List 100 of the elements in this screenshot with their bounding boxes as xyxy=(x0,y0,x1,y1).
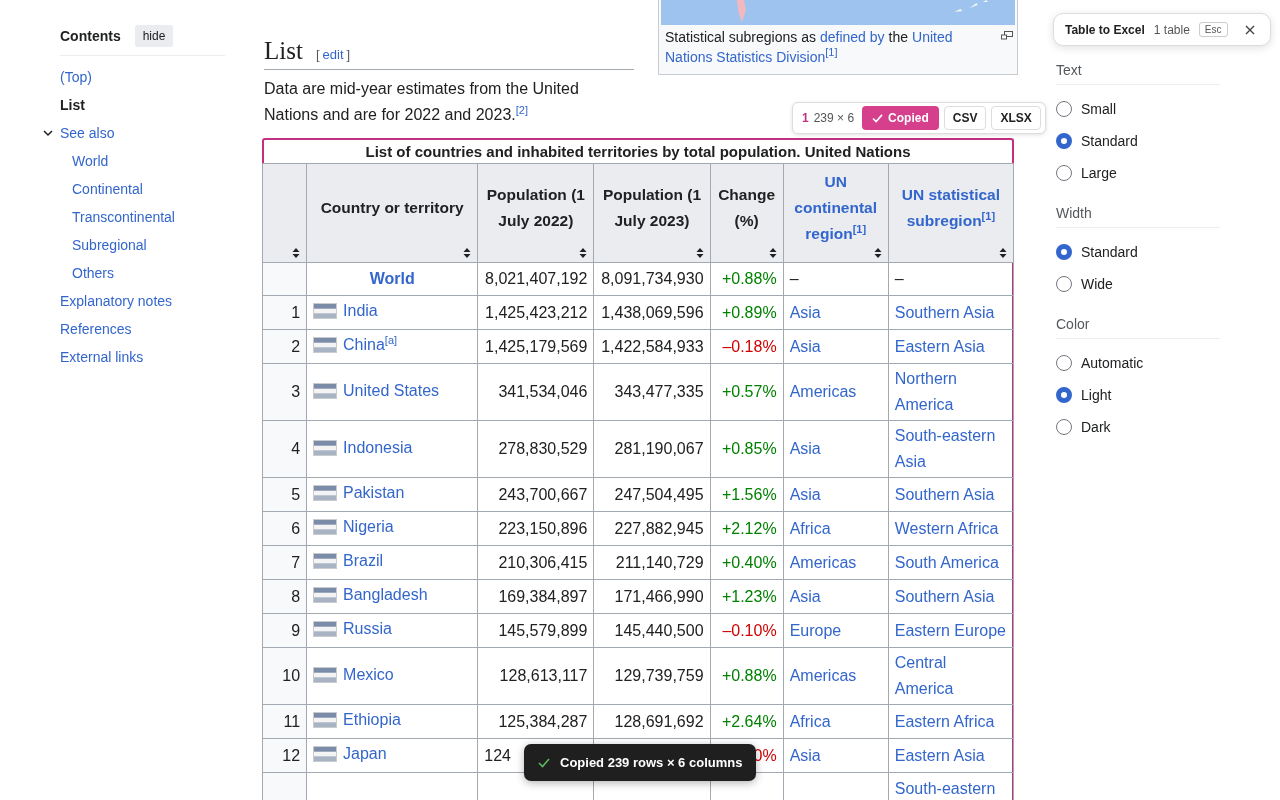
radio-button[interactable] xyxy=(1056,419,1072,435)
region-cell[interactable]: Americas xyxy=(783,363,889,421)
toc-link[interactable]: Explanatory notes xyxy=(60,293,173,309)
sort-icon[interactable] xyxy=(292,248,301,258)
toc-link[interactable]: Transcontinental xyxy=(72,209,175,225)
subregion-cell[interactable]: Eastern Africa xyxy=(888,704,1014,739)
sort-icon[interactable] xyxy=(579,248,588,258)
export-button[interactable]: CSV xyxy=(943,106,987,130)
edit-link[interactable]: edit xyxy=(322,47,344,62)
region-cell[interactable]: Americas xyxy=(783,647,889,705)
country-link[interactable]: India xyxy=(343,298,378,324)
rank-cell: 6 xyxy=(262,511,307,546)
subregion-cell[interactable]: South America xyxy=(888,545,1014,580)
enlarge-icon[interactable] xyxy=(1001,31,1013,40)
change-cell: –0.18% xyxy=(710,329,784,364)
column-header[interactable]: Population (1 July 2022) xyxy=(477,163,594,263)
rank-cell: 4 xyxy=(262,420,307,478)
radio-button[interactable] xyxy=(1056,276,1072,292)
toc-link[interactable]: External links xyxy=(60,349,144,365)
subregion-cell[interactable]: Northern America xyxy=(888,363,1014,421)
region-cell[interactable]: Asia xyxy=(783,738,889,773)
table-cell: 1,438,069,596 xyxy=(593,295,711,330)
radio-label[interactable]: Standard xyxy=(1081,133,1138,149)
toc-link[interactable]: See also xyxy=(60,125,115,141)
subregion-cell[interactable]: Southern Asia xyxy=(888,579,1014,614)
chevron-icon[interactable] xyxy=(43,128,53,138)
subregion-cell[interactable]: Southern Asia xyxy=(888,295,1014,330)
column-header[interactable]: Population (1 July 2023) xyxy=(593,163,711,263)
radio-label[interactable]: Automatic xyxy=(1081,355,1144,371)
radio-label[interactable]: Light xyxy=(1081,387,1112,403)
rank-cell: 1 xyxy=(262,295,307,330)
region-cell[interactable]: Asia xyxy=(783,420,889,478)
export-button[interactable]: XLSX xyxy=(991,106,1041,130)
toc-link[interactable]: List xyxy=(60,97,85,113)
radio-label[interactable]: Large xyxy=(1081,165,1117,181)
subregion-cell[interactable]: South-eastern Asia xyxy=(888,420,1014,478)
radio-button[interactable] xyxy=(1056,244,1072,260)
table-cell: 223,150,896 xyxy=(477,511,594,546)
table-cell: 210,306,415 xyxy=(477,545,594,580)
table-cell: 169,384,897 xyxy=(477,579,594,614)
radio-label[interactable]: Dark xyxy=(1081,419,1111,435)
change-cell: +0.85% xyxy=(710,420,784,478)
region-cell[interactable]: Asia xyxy=(783,295,889,330)
sort-icon[interactable] xyxy=(695,248,704,258)
subregion-cell[interactable]: Southern Asia xyxy=(888,477,1014,512)
table-index: 1 xyxy=(802,111,809,125)
change-cell: –0.10% xyxy=(710,613,784,648)
subregion-cell[interactable]: Central America xyxy=(888,647,1014,705)
change-cell: +0.89% xyxy=(710,295,784,330)
region-cell[interactable]: Asia xyxy=(783,579,889,614)
region-cell[interactable]: Americas xyxy=(783,545,889,580)
table-cell: 1,425,423,212 xyxy=(477,295,594,330)
subregion-cell[interactable]: Eastern Asia xyxy=(888,329,1014,364)
toc-link[interactable]: Subregional xyxy=(72,237,147,253)
column-header[interactable]: Change (%) xyxy=(710,163,784,263)
region-cell[interactable]: Asia xyxy=(783,329,889,364)
column-header[interactable]: UN statistical subregion$^{[1]}$ xyxy=(888,163,1014,263)
radio-button[interactable] xyxy=(1056,101,1072,117)
copied-button[interactable]: Copied xyxy=(862,106,939,130)
table-cell: 128,691,692 xyxy=(593,704,711,739)
sort-icon[interactable] xyxy=(999,248,1007,258)
region-cell[interactable]: Africa xyxy=(783,704,889,739)
subregion-cell[interactable]: Western Africa xyxy=(888,511,1014,546)
subregion-cell[interactable]: Eastern Asia xyxy=(888,738,1014,773)
toc-link[interactable]: References xyxy=(60,321,132,337)
country-link[interactable]: Mexico xyxy=(343,661,394,688)
country-link[interactable]: Brazil xyxy=(343,548,384,574)
toc-link[interactable]: Continental xyxy=(72,181,143,197)
caption-link[interactable]: defined by xyxy=(819,27,885,47)
sort-icon[interactable] xyxy=(873,248,882,258)
country-link[interactable]: Indonesia xyxy=(343,434,413,461)
subregion-cell: – xyxy=(888,262,1014,296)
toc-link[interactable]: World xyxy=(72,153,109,169)
column-header[interactable]: Country or territory xyxy=(306,163,478,263)
table-cell: 8,021,407,192 xyxy=(477,262,594,296)
toc-link[interactable]: (Top) xyxy=(60,69,92,85)
close-icon[interactable] xyxy=(1244,24,1255,35)
table-cell: 171,466,990 xyxy=(593,579,711,614)
country-link[interactable]: Japan xyxy=(343,741,387,767)
radio-button[interactable] xyxy=(1056,133,1072,149)
region-cell[interactable]: Europe xyxy=(783,613,889,648)
radio-label[interactable]: Wide xyxy=(1081,276,1113,292)
radio-button[interactable] xyxy=(1056,355,1072,371)
toc-link[interactable]: Others xyxy=(72,265,114,281)
intro-paragraph: Data are mid-year estimates from the United Nations and are for 2022 and 2023.$^{[2]}$ xyxy=(264,79,580,125)
sort-icon[interactable] xyxy=(463,248,472,258)
subregion-cell[interactable]: Eastern Europe xyxy=(888,613,1014,648)
hide-button[interactable]: hide xyxy=(134,25,174,47)
radio-label[interactable]: Standard xyxy=(1081,244,1138,260)
radio-label[interactable]: Small xyxy=(1081,101,1116,117)
column-header[interactable]: UN continental region$^{[1]}$ xyxy=(783,163,889,263)
caption-link[interactable]: Nations Statistics Division$^{[1]}$ xyxy=(665,47,838,67)
change-cell: +2.64% xyxy=(710,704,784,739)
radio-button[interactable] xyxy=(1056,165,1072,181)
region-cell[interactable]: Asia xyxy=(783,477,889,512)
sort-icon[interactable] xyxy=(768,248,777,258)
caption-link[interactable]: United xyxy=(912,27,953,47)
table-cell: 145,579,899 xyxy=(477,613,594,648)
radio-button[interactable] xyxy=(1056,387,1072,403)
region-cell[interactable]: Africa xyxy=(783,511,889,546)
